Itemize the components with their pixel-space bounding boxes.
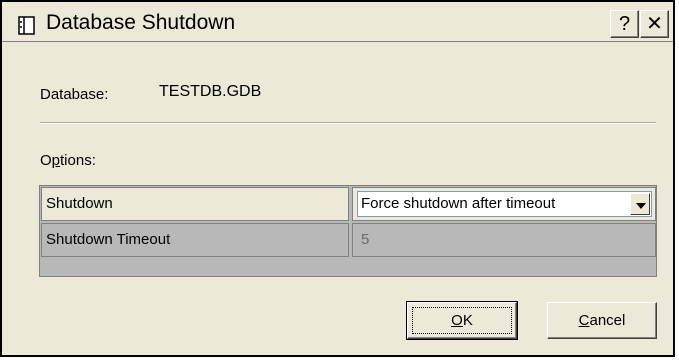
ok-button[interactable]: OK xyxy=(406,301,518,340)
cancel-button-label: Cancel xyxy=(578,312,626,329)
shutdown-value-cell: Force shutdown after timeout xyxy=(352,187,656,221)
dropdown-arrow-icon[interactable] xyxy=(630,193,650,215)
shutdown-timeout-value-cell[interactable]: 5 xyxy=(352,223,656,257)
shutdown-timeout-label-cell: Shutdown Timeout xyxy=(41,223,349,257)
title-bar[interactable]: Database Shutdown ? ✕ xyxy=(2,2,673,42)
focus-rectangle xyxy=(412,307,512,334)
help-button[interactable]: ? xyxy=(610,10,639,38)
help-icon: ? xyxy=(618,13,631,35)
database-shutdown-dialog: Database Shutdown ? ✕ Database: TESTDB.G… xyxy=(0,0,675,357)
options-label: Options: xyxy=(40,152,96,169)
shutdown-mode-selected: Force shutdown after timeout xyxy=(361,195,556,212)
shutdown-label-cell: Shutdown xyxy=(41,187,349,221)
database-label: Database: xyxy=(40,86,109,103)
close-button[interactable]: ✕ xyxy=(640,10,669,38)
window-title: Database Shutdown xyxy=(46,11,236,34)
cancel-button[interactable]: Cancel xyxy=(547,302,657,339)
database-shutdown-icon xyxy=(18,16,35,35)
separator xyxy=(40,122,656,124)
shutdown-mode-dropdown[interactable]: Force shutdown after timeout xyxy=(357,191,652,217)
options-grid: Shutdown Force shutdown after timeout Sh… xyxy=(39,185,657,277)
database-value: TESTDB.GDB xyxy=(159,83,262,100)
close-icon: ✕ xyxy=(646,13,663,35)
